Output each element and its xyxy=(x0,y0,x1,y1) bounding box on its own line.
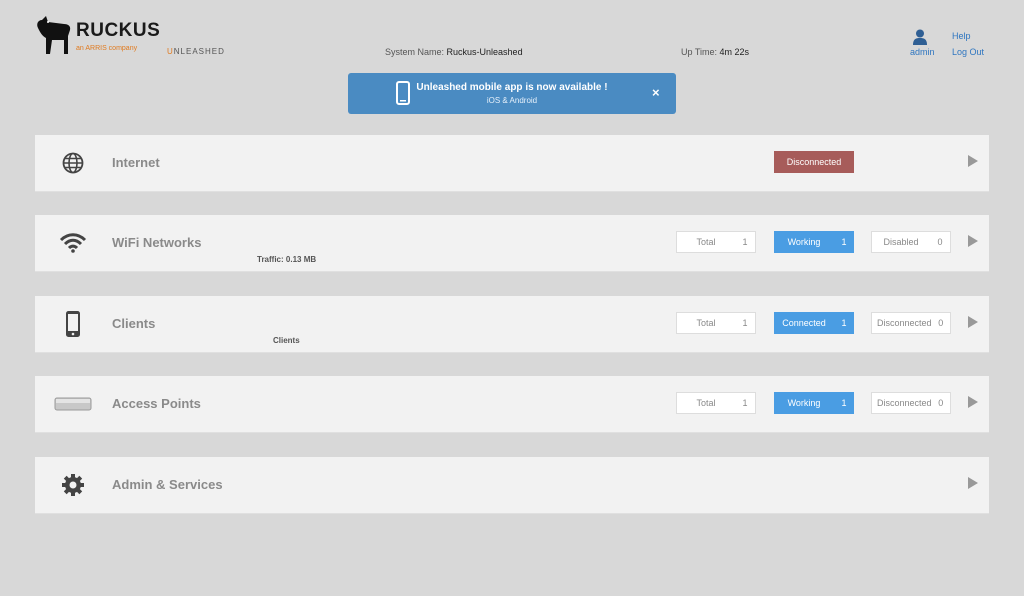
chevron-right-icon[interactable] xyxy=(968,155,978,167)
stat-value: 0 xyxy=(938,318,944,328)
clients-disconnected-stat[interactable]: Disconnected 0 xyxy=(871,312,951,334)
user-icon[interactable] xyxy=(913,29,927,45)
gear-icon xyxy=(53,470,93,500)
chevron-right-icon[interactable] xyxy=(968,477,978,489)
clients-sub: Clients xyxy=(273,336,300,345)
stat-value: 1 xyxy=(841,398,847,408)
banner-title: Unleashed mobile app is now available ! xyxy=(416,82,608,93)
stat-value: 1 xyxy=(841,318,847,328)
aps-working-stat[interactable]: Working 1 xyxy=(774,392,854,414)
panel-clients[interactable]: Clients Clients Total 1 Connected 1 Disc… xyxy=(35,296,989,353)
brand-product-rest: NLEASHED xyxy=(173,47,225,56)
stat-value: 1 xyxy=(841,237,847,247)
dog-logo-icon xyxy=(37,16,71,54)
wifi-working-stat[interactable]: Working 1 xyxy=(774,231,854,253)
uptime-value: 4m 22s xyxy=(719,47,750,57)
chevron-right-icon[interactable] xyxy=(968,316,978,328)
panel-clients-label: Clients xyxy=(112,316,156,331)
wifi-disabled-stat[interactable]: Disabled 0 xyxy=(871,231,951,253)
stat-label: Working xyxy=(787,237,821,247)
brand-product: UNLEASHED xyxy=(167,47,225,56)
brand-name: RUCKUS xyxy=(76,20,161,41)
stat-label: Total xyxy=(696,318,716,328)
stat-label: Working xyxy=(787,398,821,408)
stat-value: 0 xyxy=(938,398,944,408)
user-name-link[interactable]: admin xyxy=(910,47,935,57)
brand-subtitle: an ARRIS company xyxy=(76,45,138,52)
panel-wifi-label: WiFi Networks xyxy=(112,235,202,250)
panel-admin-label: Admin & Services xyxy=(112,477,223,492)
stat-label: Disabled xyxy=(883,237,919,247)
wifi-total-stat[interactable]: Total 1 xyxy=(676,231,756,253)
globe-icon xyxy=(53,148,93,178)
stat-label: Connected xyxy=(782,318,826,328)
aps-disconnected-stat[interactable]: Disconnected 0 xyxy=(871,392,951,414)
stat-label: Total xyxy=(696,237,716,247)
stat-value: 1 xyxy=(742,398,748,408)
logout-link[interactable]: Log Out xyxy=(952,47,984,57)
panel-internet[interactable]: Internet Disconnected xyxy=(35,135,989,192)
system-name: System Name: Ruckus-Unleashed xyxy=(385,47,523,57)
stat-value: 0 xyxy=(937,237,943,247)
panel-internet-label: Internet xyxy=(112,155,160,170)
uptime: Up Time: 4m 22s xyxy=(681,47,749,57)
chevron-right-icon[interactable] xyxy=(968,396,978,408)
aps-total-stat[interactable]: Total 1 xyxy=(676,392,756,414)
banner-subtitle: iOS & Android xyxy=(486,96,538,105)
wifi-traffic: Traffic: 0.13 MB xyxy=(257,255,317,264)
system-name-label: System Name: xyxy=(385,47,445,57)
uptime-label: Up Time: xyxy=(681,47,718,57)
panel-aps-label: Access Points xyxy=(112,396,201,411)
clients-connected-stat[interactable]: Connected 1 xyxy=(774,312,854,334)
panel-access-points[interactable]: Access Points Total 1 Working 1 Disconne… xyxy=(35,376,989,433)
help-link[interactable]: Help xyxy=(952,31,971,41)
close-icon[interactable]: × xyxy=(652,85,660,100)
smartphone-icon xyxy=(53,309,93,339)
stat-label: Total xyxy=(696,398,716,408)
stat-label: Disconnected xyxy=(877,398,932,408)
panel-wifi-networks[interactable]: WiFi Networks Traffic: 0.13 MB Total 1 W… xyxy=(35,215,989,272)
access-point-icon xyxy=(53,389,93,419)
brand-product-prefix: U xyxy=(167,47,174,56)
stat-label: Disconnected xyxy=(877,318,932,328)
internet-status-badge: Disconnected xyxy=(774,151,854,173)
chevron-right-icon[interactable] xyxy=(968,235,978,247)
wifi-icon xyxy=(53,228,93,258)
system-name-value: Ruckus-Unleashed xyxy=(446,47,523,57)
panel-admin-services[interactable]: Admin & Services xyxy=(35,457,989,514)
stat-value: 1 xyxy=(742,237,748,247)
stat-value: 1 xyxy=(742,318,748,328)
mobile-app-banner: Unleashed mobile app is now available ! … xyxy=(348,73,676,114)
clients-total-stat[interactable]: Total 1 xyxy=(676,312,756,334)
